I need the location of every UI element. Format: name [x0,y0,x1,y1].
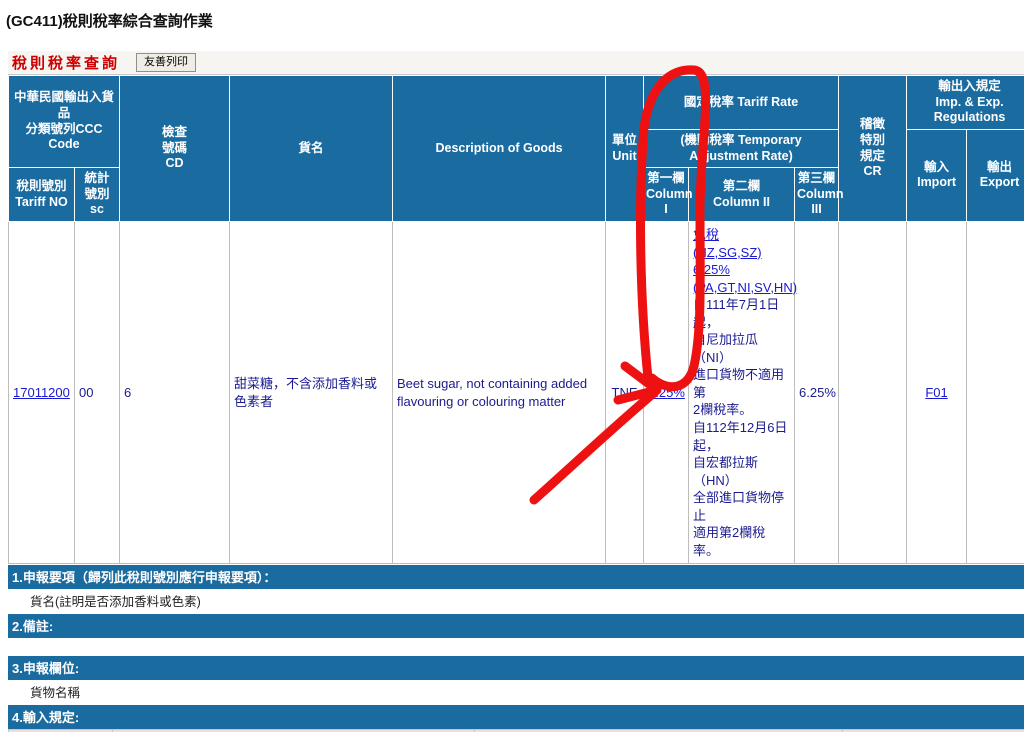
col2-line-2[interactable]: 6.25% [693,261,790,279]
th-ccc-line3: 分類號列CCC [25,121,103,136]
th-cr-line4: CR [863,164,882,179]
th-check-code: 檢查 號碼 CD [119,75,231,222]
th-cd-line3: CD [165,156,184,171]
cell-column-1: 6.25% [643,220,690,565]
th-col1-line3: I [664,202,668,217]
th-cr-line2: 特別 [860,132,886,147]
th-temp-adjust-rate: (機動稅率 Temporary Adjustment Rate) [643,128,840,169]
cell-import: F01 [906,220,968,565]
tariff-no-link[interactable]: 17011200 [13,385,70,400]
section-3-body: 貨物名稱 [8,680,1024,705]
th-export-line1: 輸出 [987,159,1013,174]
import-code-link[interactable]: F01 [925,385,947,400]
th-cd-line2: 號碼 [162,140,188,155]
section-1-body: 貨名(註明是否添加香料或色素) [8,589,1024,614]
th-col2-line2: Column II [713,194,770,209]
col2-line-10: 全部進口貨物停止 [693,490,785,523]
th-col1-line2: Column [646,186,693,201]
tariff-query-panel: 稅則稅率查詢 友善列印 中華民國輸出入貨 品 分類號列CCC Code 檢查 號… [7,51,1024,732]
th-description: Description of Goods [392,75,607,222]
th-impexp-regulations: 輸出入規定 Imp. & Exp. Regulations [906,75,1024,130]
th-unit-line1: 單位 [612,132,638,147]
section-1-title: 1.申報要項（歸列此稅則號別應行申報要項）： [8,564,1024,590]
th-impexp-line2: Imp. & Exp. [935,94,1004,109]
col2-line-1[interactable]: 免稅 (NZ,SG,SZ) [693,226,790,261]
col2-line-3[interactable]: (PA,GT,NI,SV,HN) [693,279,797,297]
th-goods-name: 貨名 [229,75,394,222]
th-tariffno-line2: Tariff NO [15,194,68,209]
th-column-1: 第一欄 Column I [643,167,693,222]
cell-column-3: 6.25% [794,220,840,565]
th-col1-line1: 第一欄 [647,171,685,186]
th-export: 輸出 Export [966,128,1024,223]
th-col3-line3: III [811,202,822,217]
tariff-header-row-1: 中華民國輸出入貨 品 分類號列CCC Code 檢查 號碼 CD 貨名 Desc… [7,74,1024,222]
section-2-title: 2.備註: [8,613,1024,639]
page-title: (GC411)稅則稅率綜合查詢作業 [6,13,213,30]
col2-line-9: 自宏都拉斯（HN） [693,455,759,488]
th-tariff-rate: 國定稅率 Tariff Rate [643,75,840,130]
col2-line-6: 進口貨物不適用第 [693,367,785,400]
cell-unit: TNE [605,220,645,565]
th-statistic-no: 統計 號別 sc [73,167,121,222]
section-4-title: 4.輸入規定: [8,704,1024,730]
th-export-line2: Export [979,175,1020,190]
th-col3-line1: 第三欄 [797,171,836,186]
cell-column-2: 免稅 (NZ,SG,SZ) 6.25% (PA,GT,NI,SV,HN) 自11… [688,220,797,565]
th-tariffno-line1: 稅則號別 [16,178,67,193]
cell-export [966,220,1024,565]
table-row: 17011200 00 6 甜菜糖，不含添加香料或色素者 Beet sugar,… [8,220,1024,565]
th-column-2: 第二欄 Column II [688,167,796,222]
th-column-3: 第三欄 Column III [794,167,844,222]
query-title: 稅則稅率查詢 [12,55,121,72]
th-import-line1: 輸入 [924,159,950,174]
col2-line-8: 自112年12月6日起， [693,420,788,453]
col2-line-4: 自111年7月1日起， [693,297,780,330]
cell-statistic-no: 00 [73,220,121,565]
col2-line-7: 2欄稅率。 [693,402,753,418]
page-root: (GC411)稅則稅率綜合查詢作業 稅則稅率查詢 友善列印 中華民國輸出入貨 品… [0,0,1024,732]
th-cd-line1: 檢查 [162,125,188,140]
cell-description: Beet sugar, not containing added flavour… [392,220,607,565]
panel-titlebar: 稅則稅率查詢 友善列印 [8,51,1024,75]
th-ccc-line4: Code [48,137,80,152]
section-3-title: 3.申報欄位: [8,655,1024,681]
th-cr: 稽徵 特別 規定 CR [838,75,908,222]
th-ccc-line2: 品 [57,105,71,120]
th-impexp-line3: Regulations [933,110,1006,125]
th-tariff-no: 稅則號別 Tariff NO [8,167,75,222]
th-impexp-line1: 輸出入規定 [938,79,1001,93]
th-ccc-code: 中華民國輸出入貨 品 分類號列CCC Code [7,74,121,169]
th-ccc-line1: 中華民國輸出入貨 [14,90,115,105]
cell-check-code: 6 [119,220,231,565]
cell-tariff-no: 17011200 [8,220,75,565]
th-col2-line1: 第二欄 [722,178,761,193]
th-import: 輸入 Import [906,128,968,223]
col2-line-5: 自尼加拉瓜（NI） [693,332,759,365]
cell-cr [838,220,908,565]
th-sc-line3: sc [90,202,104,217]
column-1-rate-link[interactable]: 6.25% [648,385,685,400]
th-sc-line2: 號別 [84,186,110,201]
th-unit: 單位 Unit [605,75,645,222]
tariff-table: 中華民國輸出入貨 品 分類號列CCC Code 檢查 號碼 CD 貨名 Desc… [7,74,1024,565]
th-cr-line3: 規定 [860,148,886,163]
th-unit-line2: Unit [612,148,637,163]
th-cr-line1: 稽徵 [860,117,886,132]
section-2-body [8,638,1024,656]
friendly-print-button[interactable]: 友善列印 [136,52,197,73]
th-import-line2: Import [917,175,956,190]
th-sc-line1: 統計 [84,171,110,186]
th-col3-line2: Column [797,186,844,201]
cell-goods-name: 甜菜糖，不含添加香料或色素者 [229,220,394,565]
col2-line-11: 適用第2欄稅率。 [693,525,766,558]
